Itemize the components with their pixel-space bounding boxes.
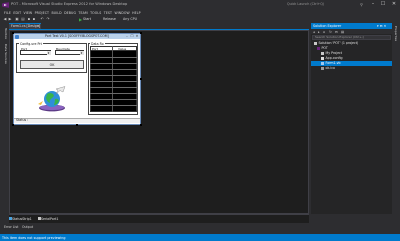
- save-all-icon[interactable]: ▪: [32, 17, 36, 21]
- start-button[interactable]: Start: [83, 17, 91, 21]
- tab-output[interactable]: Output: [22, 225, 33, 229]
- chevron-down-icon[interactable]: ▾: [79, 50, 84, 55]
- close-icon[interactable]: ✕: [37, 24, 40, 28]
- data-sources-tab[interactable]: Data Sources: [1, 44, 8, 64]
- menu-project[interactable]: PROJECT: [35, 11, 49, 15]
- open-file-icon[interactable]: ▤: [21, 17, 25, 21]
- menu-file[interactable]: FILE: [4, 11, 11, 15]
- config-group-label: Config.ure Prt: [19, 41, 43, 46]
- form-maximize-icon: ☐: [130, 34, 134, 39]
- grid-row-line: [90, 57, 137, 58]
- tree-item-label: ok.ico: [325, 66, 335, 70]
- wrench-icon: [321, 51, 324, 55]
- grid-column-port[interactable]: Port: [92, 47, 98, 51]
- solution-search-input[interactable]: Search Solution Explorer (Ctrl+;): [312, 35, 391, 40]
- config-file-icon: [321, 56, 324, 60]
- new-project-icon[interactable]: ▣: [15, 17, 19, 21]
- quick-launch-input[interactable]: Quick Launch (Ctrl+Q): [285, 2, 367, 7]
- refresh-icon[interactable]: ↻: [329, 30, 332, 34]
- form-close-icon: ✕: [135, 34, 139, 39]
- grid-row-line: [90, 81, 137, 82]
- configuration-select[interactable]: Release: [103, 17, 116, 21]
- selection-handle[interactable]: [76, 124, 78, 126]
- tree-item-label: Solution 'POT' (1 project): [318, 41, 359, 45]
- form-status-strip[interactable]: [14, 118, 140, 123]
- undo-icon[interactable]: ↶: [40, 17, 44, 21]
- tree-item-label: My Project: [325, 51, 343, 55]
- selection-handle[interactable]: [12, 32, 14, 34]
- ok-button[interactable]: OK: [20, 60, 84, 69]
- grid-row-line: [90, 69, 137, 70]
- toolbox-tab[interactable]: Toolbox: [1, 28, 8, 39]
- grid-row-line: [90, 93, 137, 94]
- forward-icon[interactable]: ▸: [318, 30, 320, 34]
- forward-icon[interactable]: ▶: [8, 17, 12, 21]
- grid-column-divider: [112, 46, 113, 112]
- close-window-button[interactable]: ✕: [389, 1, 399, 8]
- data-group-label: Data Rx: [90, 41, 105, 46]
- home-icon[interactable]: ⌂: [323, 30, 325, 34]
- globe-network-icon: [38, 86, 66, 112]
- tree-item-label: POT: [321, 46, 328, 50]
- grid-column-value[interactable]: Value: [118, 47, 126, 51]
- back-icon[interactable]: ◀: [3, 17, 7, 21]
- menu-test[interactable]: TEST: [104, 11, 112, 15]
- status-bar-text: This item does not support previewing: [2, 235, 66, 240]
- project-icon: [317, 46, 320, 50]
- platform-select[interactable]: Any CPU: [123, 17, 137, 21]
- menu-team[interactable]: TEAM: [78, 11, 87, 15]
- grid-row-line: [90, 63, 137, 64]
- data-grid[interactable]: [90, 46, 137, 112]
- chevron-down-icon[interactable]: ▾: [46, 50, 51, 55]
- selection-handle[interactable]: [12, 124, 14, 126]
- selection-handle[interactable]: [140, 78, 142, 80]
- tray-serial-port[interactable]: SerialPort1: [41, 217, 58, 221]
- status-label: Status :: [16, 118, 29, 123]
- minimize-button[interactable]: –: [368, 1, 378, 8]
- visual-studio-icon: [2, 2, 9, 8]
- tree-item-ok-ico[interactable]: ok.ico: [311, 66, 392, 71]
- tab-error-list[interactable]: Error List: [4, 225, 18, 229]
- toolbar: [0, 16, 400, 23]
- selection-handle[interactable]: [140, 124, 142, 126]
- menu-build[interactable]: BUILD: [51, 11, 61, 15]
- grid-row-line: [90, 105, 137, 106]
- form-file-icon: [321, 61, 324, 65]
- tree-item-label: App.config: [325, 56, 343, 60]
- menu-help[interactable]: HELP: [132, 11, 141, 15]
- form-title: Port Test V0.1 [SOOFFY.BLOGSPOT.COM]: [45, 34, 109, 39]
- redo-icon[interactable]: ↷: [46, 17, 50, 21]
- grid-row-line: [90, 75, 137, 76]
- grid-row-line: [90, 87, 137, 88]
- menu-window[interactable]: WINDOW: [115, 11, 130, 15]
- save-icon[interactable]: ▪: [27, 17, 31, 21]
- form-app-icon: [15, 34, 19, 39]
- window-title: POT - Microsoft Visual Studio Express 20…: [11, 2, 128, 6]
- menu-debug[interactable]: DEBUG: [64, 11, 76, 15]
- menu-tools[interactable]: TOOLS: [90, 11, 101, 15]
- image-file-icon: [321, 66, 324, 70]
- menu-edit[interactable]: EDIT: [13, 11, 21, 15]
- maximize-button[interactable]: ☐: [378, 1, 388, 8]
- back-icon[interactable]: ◂: [313, 30, 315, 34]
- menu-view[interactable]: VIEW: [24, 11, 33, 15]
- collapse-all-icon[interactable]: ⊟: [335, 30, 338, 34]
- bottom-tab-strip: [0, 224, 400, 231]
- grid-row-line: [90, 99, 137, 100]
- properties-icon[interactable]: ▤: [341, 30, 344, 34]
- solution-icon: [314, 41, 317, 45]
- tray-status-strip[interactable]: StatusStrip1: [12, 217, 32, 221]
- right-tool-rail: [393, 23, 400, 214]
- tree-item-label: Form1.vb: [325, 61, 341, 65]
- properties-tab[interactable]: Properties: [394, 26, 398, 41]
- form-minimize-icon: –: [126, 34, 128, 39]
- selection-handle[interactable]: [140, 32, 142, 34]
- play-icon[interactable]: ▶: [79, 17, 82, 22]
- search-icon[interactable]: ⚲: [360, 2, 363, 7]
